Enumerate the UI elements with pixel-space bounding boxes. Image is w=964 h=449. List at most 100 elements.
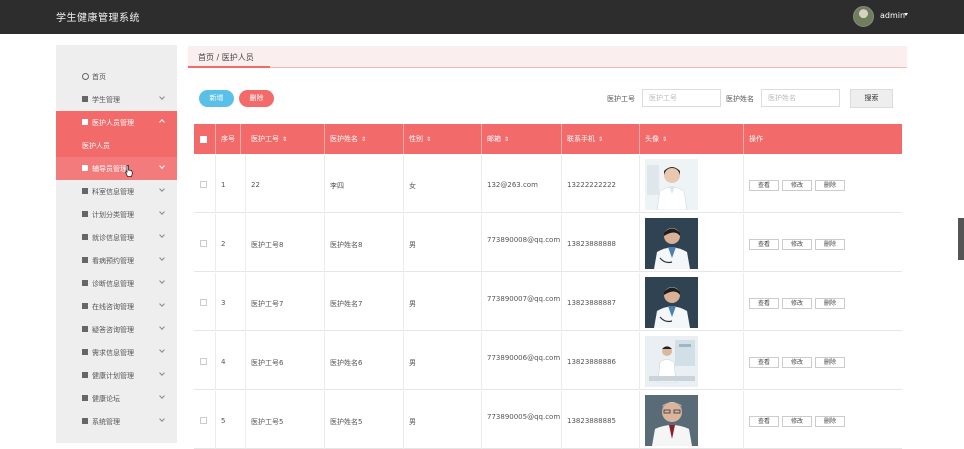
view-button[interactable]: 查看 xyxy=(749,416,779,427)
sidebar-item-label: 在线咨询管理 xyxy=(92,303,134,311)
chevron-down-icon xyxy=(159,163,165,169)
row-delete-button[interactable]: 删除 xyxy=(815,416,845,427)
sidebar-item-online-consult[interactable]: 在线咨询管理 xyxy=(56,295,177,318)
sidebar-item-label: 学生管理 xyxy=(92,96,120,104)
column-header-staff-id[interactable]: 医护工号 ⇕ xyxy=(246,124,325,154)
row-checkbox[interactable] xyxy=(200,358,207,365)
view-button[interactable]: 查看 xyxy=(749,298,779,309)
chat-icon xyxy=(82,418,88,424)
edit-button[interactable]: 修改 xyxy=(782,416,812,427)
actions-cell: 查看 修改 删除 xyxy=(744,155,902,213)
sidebar: 首页 学生管理 医护人员管理 医护人员 辅导员管理 科室信息管理 计划分类管理 … xyxy=(56,45,177,443)
name-cell: 医护姓名8 xyxy=(325,214,404,272)
name-cell: 医护姓名7 xyxy=(325,273,404,331)
chevron-down-icon xyxy=(159,324,165,330)
staff-id-label: 医护工号 xyxy=(607,95,635,103)
row-checkbox[interactable] xyxy=(200,181,207,188)
column-header-gender[interactable]: 性别 ⇕ xyxy=(404,124,482,154)
name-cell: 医护姓名6 xyxy=(325,332,404,390)
email-cell: 773890006@qq.com xyxy=(482,332,562,390)
row-select-cell xyxy=(194,214,216,272)
avatar-cell xyxy=(640,273,744,331)
row-delete-button[interactable]: 删除 xyxy=(815,298,845,309)
row-checkbox[interactable] xyxy=(200,417,207,424)
row-checkbox[interactable] xyxy=(200,240,207,247)
row-delete-button[interactable]: 删除 xyxy=(815,357,845,368)
sidebar-item-diagnoses[interactable]: 诊断信息管理 xyxy=(56,272,177,295)
staff-id-cell: 医护工号5 xyxy=(246,391,325,449)
sort-icon[interactable]: ⇕ xyxy=(598,125,603,155)
sidebar-subitem-medical-staff[interactable]: 医护人员 xyxy=(56,134,177,157)
chevron-down-icon xyxy=(159,209,165,215)
grid-icon xyxy=(82,395,88,401)
email-cell: 773890005@qq.com xyxy=(482,391,562,449)
search-button[interactable]: 搜索 xyxy=(850,89,893,108)
row-select-cell xyxy=(194,391,216,449)
sidebar-item-health-plans[interactable]: 健康计划管理 xyxy=(56,364,177,387)
view-button[interactable]: 查看 xyxy=(749,357,779,368)
staff-photo xyxy=(645,336,698,387)
actions-cell: 查看 修改 删除 xyxy=(744,332,902,390)
sidebar-item-label: 系统管理 xyxy=(92,418,120,426)
home-icon xyxy=(82,73,89,80)
sidebar-item-needs[interactable]: 需求信息管理 xyxy=(56,341,177,364)
view-button[interactable]: 查看 xyxy=(749,180,779,191)
sidebar-item-plan-categories[interactable]: 计划分类管理 xyxy=(56,203,177,226)
view-button[interactable]: 查看 xyxy=(749,239,779,250)
sidebar-item-home[interactable]: 首页 xyxy=(56,65,177,88)
phone-cell: 13823888887 xyxy=(562,273,640,331)
staff-id-input[interactable] xyxy=(642,89,721,107)
edit-button[interactable]: 修改 xyxy=(782,298,812,309)
sort-icon[interactable]: ⇕ xyxy=(361,125,366,155)
column-header-name[interactable]: 医护姓名 ⇕ xyxy=(325,124,404,154)
scrollbar-thumb[interactable] xyxy=(958,218,964,260)
sidebar-item-system[interactable]: 系统管理 xyxy=(56,410,177,433)
column-header-index: 序号 xyxy=(216,124,241,154)
edit-button[interactable]: 修改 xyxy=(782,180,812,191)
sort-icon[interactable]: ⇕ xyxy=(282,125,287,155)
sidebar-item-forum[interactable]: 健康论坛 xyxy=(56,387,177,410)
sidebar-item-appointments[interactable]: 看病预约管理 xyxy=(56,249,177,272)
chevron-down-icon xyxy=(159,278,165,284)
sort-icon[interactable]: ⇕ xyxy=(662,125,667,155)
sidebar-item-counselors[interactable]: 辅导员管理 xyxy=(56,157,177,180)
table-row: 5 医护工号5 医护姓名5 男 773890005@qq.com 13823888885 查… xyxy=(194,391,902,449)
sidebar-item-label: 健康计划管理 xyxy=(92,372,134,380)
column-header-avatar[interactable]: 头像 ⇕ xyxy=(640,124,744,154)
sidebar-item-label: 科室信息管理 xyxy=(92,188,134,196)
edit-button[interactable]: 修改 xyxy=(782,357,812,368)
select-all-checkbox[interactable] xyxy=(200,135,207,143)
user-avatar[interactable] xyxy=(853,6,874,27)
monitor-icon xyxy=(82,349,88,355)
name-cell: 李四 xyxy=(325,155,404,213)
staff-id-cell: 医护工号7 xyxy=(246,273,325,331)
sort-icon[interactable]: ⇕ xyxy=(504,125,509,155)
add-button[interactable]: 新增 xyxy=(199,90,234,107)
row-checkbox[interactable] xyxy=(200,299,207,306)
edit-button[interactable]: 修改 xyxy=(782,239,812,250)
staff-name-input[interactable] xyxy=(761,89,840,107)
chevron-down-icon xyxy=(159,370,165,376)
sidebar-item-medical-staff-admin[interactable]: 医护人员管理 xyxy=(56,111,177,134)
sort-icon[interactable]: ⇕ xyxy=(426,125,431,155)
chevron-down-icon xyxy=(159,232,165,238)
sidebar-item-departments[interactable]: 科室信息管理 xyxy=(56,180,177,203)
column-header-phone[interactable]: 联系手机 ⇕ xyxy=(562,124,640,154)
user-name[interactable]: admin xyxy=(880,11,905,20)
gender-cell: 女 xyxy=(404,155,482,213)
list-icon xyxy=(82,188,88,194)
chevron-down-icon xyxy=(159,94,165,100)
column-header-actions: 操作 xyxy=(749,135,763,143)
sidebar-item-qa-consult[interactable]: 疑答咨询管理 xyxy=(56,318,177,341)
sidebar-item-students[interactable]: 学生管理 xyxy=(56,88,177,111)
chevron-down-icon xyxy=(159,416,165,422)
chevron-down-icon[interactable] xyxy=(904,13,908,16)
sidebar-item-visits[interactable]: 就诊信息管理 xyxy=(56,226,177,249)
name-cell: 医护姓名5 xyxy=(325,391,404,449)
delete-button[interactable]: 删除 xyxy=(239,90,274,107)
top-bar: 学生健康管理系统 admin xyxy=(0,0,964,34)
row-delete-button[interactable]: 删除 xyxy=(815,239,845,250)
row-delete-button[interactable]: 删除 xyxy=(815,180,845,191)
staff-id-cell: 医护工号6 xyxy=(246,332,325,390)
column-header-email[interactable]: 邮箱 ⇕ xyxy=(482,124,562,154)
